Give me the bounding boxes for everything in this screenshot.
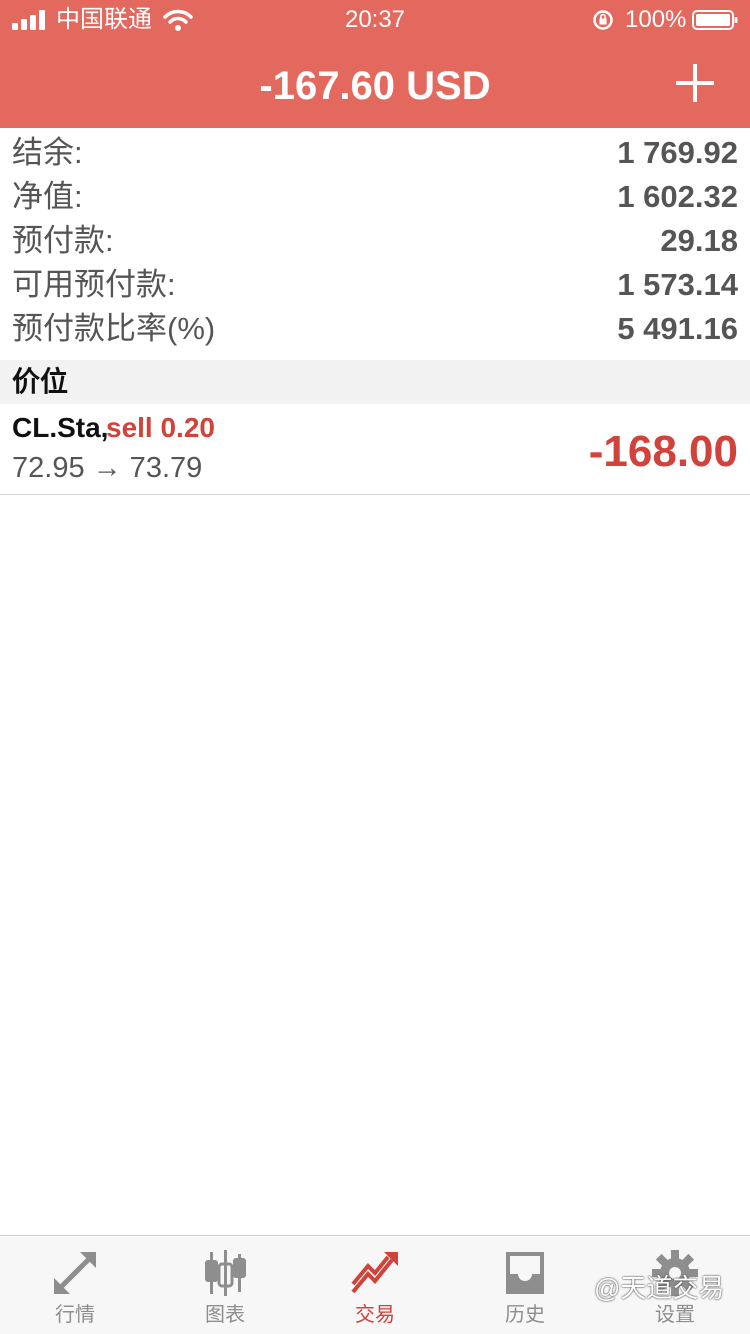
trade-screen: 中国联通 20:37 100% -167.60 USD 结余: 1 769.92… <box>0 0 750 1334</box>
watermark-text: @天道交易 <box>594 1273 725 1303</box>
trade-trend-icon <box>351 1252 398 1294</box>
summary-label: 净值: <box>12 179 83 214</box>
position-row[interactable]: CL.Sta, sell 0.20 72.95 → 73.79 -168.00 <box>0 404 750 494</box>
positions-section-header: 价位 <box>0 360 750 404</box>
tab-history[interactable]: 历史 <box>450 1236 600 1334</box>
summary-row-margin-level: 预付款比率(%) 5 491.16 <box>0 307 750 351</box>
summary-row-equity: 净值: 1 602.32 <box>0 175 750 219</box>
candlestick-chart-icon <box>205 1250 246 1296</box>
battery-percent: 100% <box>625 6 687 33</box>
summary-value: 1 769.92 <box>617 135 738 170</box>
tab-trade[interactable]: 交易 <box>300 1236 450 1334</box>
position-prices: 72.95 → 73.79 <box>12 452 203 484</box>
summary-label: 预付款: <box>12 223 114 258</box>
plus-icon[interactable] <box>672 60 718 106</box>
summary-value: 1 602.32 <box>617 179 738 214</box>
summary-row-free-margin: 可用预付款: 1 573.14 <box>0 263 750 307</box>
summary-label: 可用预付款: <box>12 267 176 302</box>
tab-label: 图表 <box>205 1304 245 1326</box>
tab-label: 历史 <box>505 1304 545 1326</box>
account-summary: 结余: 1 769.92 净值: 1 602.32 预付款: 29.18 可用预… <box>0 131 750 351</box>
position-order-type: sell 0.20 <box>106 412 215 443</box>
header-bar: 中国联通 20:37 100% -167.60 USD <box>0 0 750 128</box>
summary-label: 预付款比率(%) <box>12 311 216 346</box>
summary-row-balance: 结余: 1 769.92 <box>0 131 750 175</box>
tab-charts[interactable]: 图表 <box>150 1236 300 1334</box>
summary-value: 5 491.16 <box>617 311 738 346</box>
summary-value: 1 573.14 <box>617 267 738 302</box>
tab-label: 设置 <box>655 1304 695 1326</box>
divider <box>0 494 750 495</box>
tab-label: 交易 <box>355 1304 395 1326</box>
rotation-lock-icon <box>593 10 613 30</box>
quotes-arrows-icon <box>54 1252 96 1294</box>
position-profit: -168.00 <box>588 427 738 476</box>
section-title: 价位 <box>12 366 69 397</box>
summary-label: 结余: <box>12 135 83 170</box>
profit-balance-title: -167.60 USD <box>259 64 491 108</box>
position-symbol: CL.Sta, <box>12 412 109 443</box>
summary-row-margin: 预付款: 29.18 <box>0 219 750 263</box>
history-tray-icon <box>506 1252 544 1294</box>
status-bar: 中国联通 20:37 100% <box>0 0 750 40</box>
summary-value: 29.18 <box>660 223 738 258</box>
tab-label: 行情 <box>55 1304 95 1326</box>
battery-icon <box>692 10 738 30</box>
tab-quotes[interactable]: 行情 <box>0 1236 150 1334</box>
